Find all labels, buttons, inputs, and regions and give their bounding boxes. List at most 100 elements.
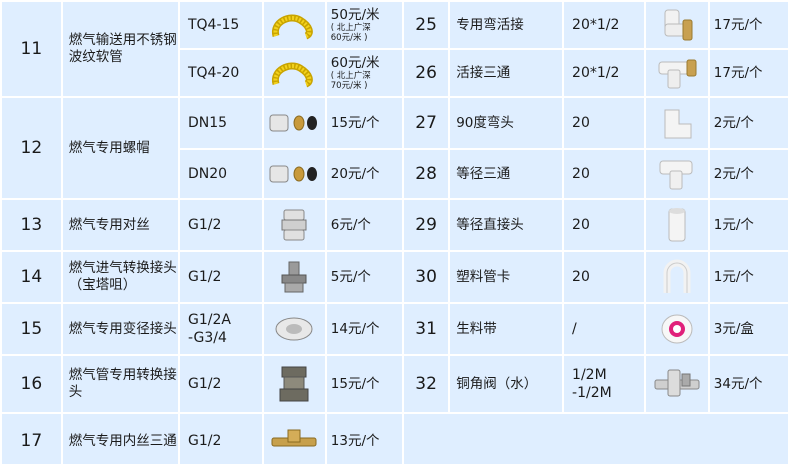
row-number: 32 <box>403 356 449 412</box>
price-table-sheet: 11 燃气输送用不锈钢波纹软管 TQ4-15 50元/米 ( 北上广深 60元/… <box>0 0 790 472</box>
brass-tee-icon <box>263 414 325 468</box>
unit-price: 17元/个 <box>709 2 788 48</box>
product-name: 塑料管卡 <box>450 252 563 302</box>
bottom-margin <box>0 464 790 472</box>
spec-line-2: -G3/4 <box>187 330 227 346</box>
elbow-90-icon <box>646 98 708 148</box>
unit-price: 15元/个 <box>326 356 402 412</box>
price-main: 60元/米 <box>330 55 380 71</box>
product-spec: 20 <box>564 252 645 302</box>
row-number: 16 <box>2 356 61 412</box>
unit-price: 14元/个 <box>326 304 402 354</box>
price-main: 50元/米 <box>330 7 380 23</box>
unit-price: 5元/个 <box>326 252 402 302</box>
product-name: 燃气专用变径接头 <box>62 304 178 354</box>
union-tee-icon <box>646 50 708 96</box>
unit-price: 1元/个 <box>709 200 788 250</box>
fittings-price-table: 11 燃气输送用不锈钢波纹软管 TQ4-15 50元/米 ( 北上广深 60元/… <box>0 0 790 470</box>
equal-tee-icon <box>646 150 708 198</box>
yellow-hose-icon <box>263 50 325 96</box>
unit-price: 17元/个 <box>709 50 788 96</box>
product-name: 活接三通 <box>450 50 563 96</box>
row-number: 14 <box>2 252 61 302</box>
product-spec: 1/2M -1/2M <box>564 356 645 412</box>
product-spec: G1/2 <box>179 414 262 468</box>
product-name: 生料带 <box>450 304 563 354</box>
row-number: 28 <box>403 150 449 198</box>
angle-valve-icon <box>646 356 708 412</box>
unit-price: 50元/米 ( 北上广深 60元/米 ) <box>326 2 402 48</box>
price-note-line2: 60元/米 ) <box>330 33 368 43</box>
row-number: 27 <box>403 98 449 148</box>
product-name: 燃气管专用转换接头 <box>62 356 178 412</box>
reducer-nut-icon <box>263 304 325 354</box>
product-spec: 20 <box>564 98 645 148</box>
unit-price: 2元/个 <box>709 150 788 198</box>
product-spec: G1/2 <box>179 252 262 302</box>
price-note-line1: ( 北上广深 <box>330 71 371 81</box>
product-spec: DN20 <box>179 150 262 198</box>
pipe-clip-icon <box>646 252 708 302</box>
unit-price: 13元/个 <box>326 414 402 468</box>
product-spec: 20 <box>564 200 645 250</box>
row-number: 17 <box>2 414 61 468</box>
row-number: 25 <box>403 2 449 48</box>
elbow-union-icon <box>646 2 708 48</box>
table-row: 17 燃气专用内丝三通 G1/2 13元/个 <box>2 414 788 468</box>
product-name: 90度弯头 <box>450 98 563 148</box>
hose-barb-icon <box>263 252 325 302</box>
product-name: 等径三通 <box>450 150 563 198</box>
spec-line-1: G1/2A <box>187 312 231 328</box>
product-spec: TQ4-20 <box>179 50 262 96</box>
table-row: 12 燃气专用螺帽 DN15 15元/个 27 90度弯头 20 2元/个 <box>2 98 788 198</box>
spec-line-1: 1/2M <box>572 367 607 383</box>
nut-ring-icon <box>263 150 325 198</box>
unit-price: 3元/盒 <box>709 304 788 354</box>
price-note-line2: 70元/米 ) <box>330 81 368 91</box>
straight-coupling-icon <box>646 200 708 250</box>
table-row: 16 燃气管专用转换接头 G1/2 15元/个 32 铜角阀（水） 1/2M -… <box>2 356 788 412</box>
product-name: 燃气进气转换接头（宝塔咀） <box>62 252 178 302</box>
product-name: 铜角阀（水） <box>450 356 563 412</box>
double-nipple-icon <box>263 200 325 250</box>
product-spec: G1/2A -G3/4 <box>179 304 262 354</box>
unit-price: 1元/个 <box>709 252 788 302</box>
product-name: 燃气专用内丝三通 <box>62 414 178 468</box>
product-spec: TQ4-15 <box>179 2 262 48</box>
table-row: 13 燃气专用对丝 G1/2 6元/个 29 等径直接头 20 1元/个 <box>2 200 788 250</box>
product-name: 燃气输送用不锈钢波纹软管 <box>62 2 178 96</box>
hex-union-icon <box>263 356 325 412</box>
row-number: 29 <box>403 200 449 250</box>
product-spec: DN15 <box>179 98 262 148</box>
table-row: 11 燃气输送用不锈钢波纹软管 TQ4-15 50元/米 ( 北上广深 60元/… <box>2 2 788 96</box>
table-row: 14 燃气进气转换接头（宝塔咀） G1/2 5元/个 30 塑料管卡 20 1元… <box>2 252 788 302</box>
price-note-line1: ( 北上广深 <box>330 23 371 33</box>
row-number: 26 <box>403 50 449 96</box>
product-name: 专用弯活接 <box>450 2 563 48</box>
empty-cell <box>403 414 788 468</box>
row-number: 13 <box>2 200 61 250</box>
unit-price: 34元/个 <box>709 356 788 412</box>
unit-price: 6元/个 <box>326 200 402 250</box>
product-name: 等径直接头 <box>450 200 563 250</box>
table-row: 15 燃气专用变径接头 G1/2A -G3/4 14元/个 31 生料带 / 3… <box>2 304 788 354</box>
unit-price: 15元/个 <box>326 98 402 148</box>
product-spec: G1/2 <box>179 356 262 412</box>
row-number: 12 <box>2 98 61 198</box>
product-spec: 20*1/2 <box>564 2 645 48</box>
product-name: 燃气专用对丝 <box>62 200 178 250</box>
row-number: 11 <box>2 2 61 96</box>
nut-ring-icon <box>263 98 325 148</box>
product-spec: 20*1/2 <box>564 50 645 96</box>
ptfe-tape-icon <box>646 304 708 354</box>
yellow-hose-icon <box>263 2 325 48</box>
product-spec: / <box>564 304 645 354</box>
spec-line-2: -1/2M <box>572 385 612 401</box>
product-spec: G1/2 <box>179 200 262 250</box>
row-number: 15 <box>2 304 61 354</box>
unit-price: 20元/个 <box>326 150 402 198</box>
product-spec: 20 <box>564 150 645 198</box>
unit-price: 2元/个 <box>709 98 788 148</box>
row-number: 31 <box>403 304 449 354</box>
product-name: 燃气专用螺帽 <box>62 98 178 198</box>
